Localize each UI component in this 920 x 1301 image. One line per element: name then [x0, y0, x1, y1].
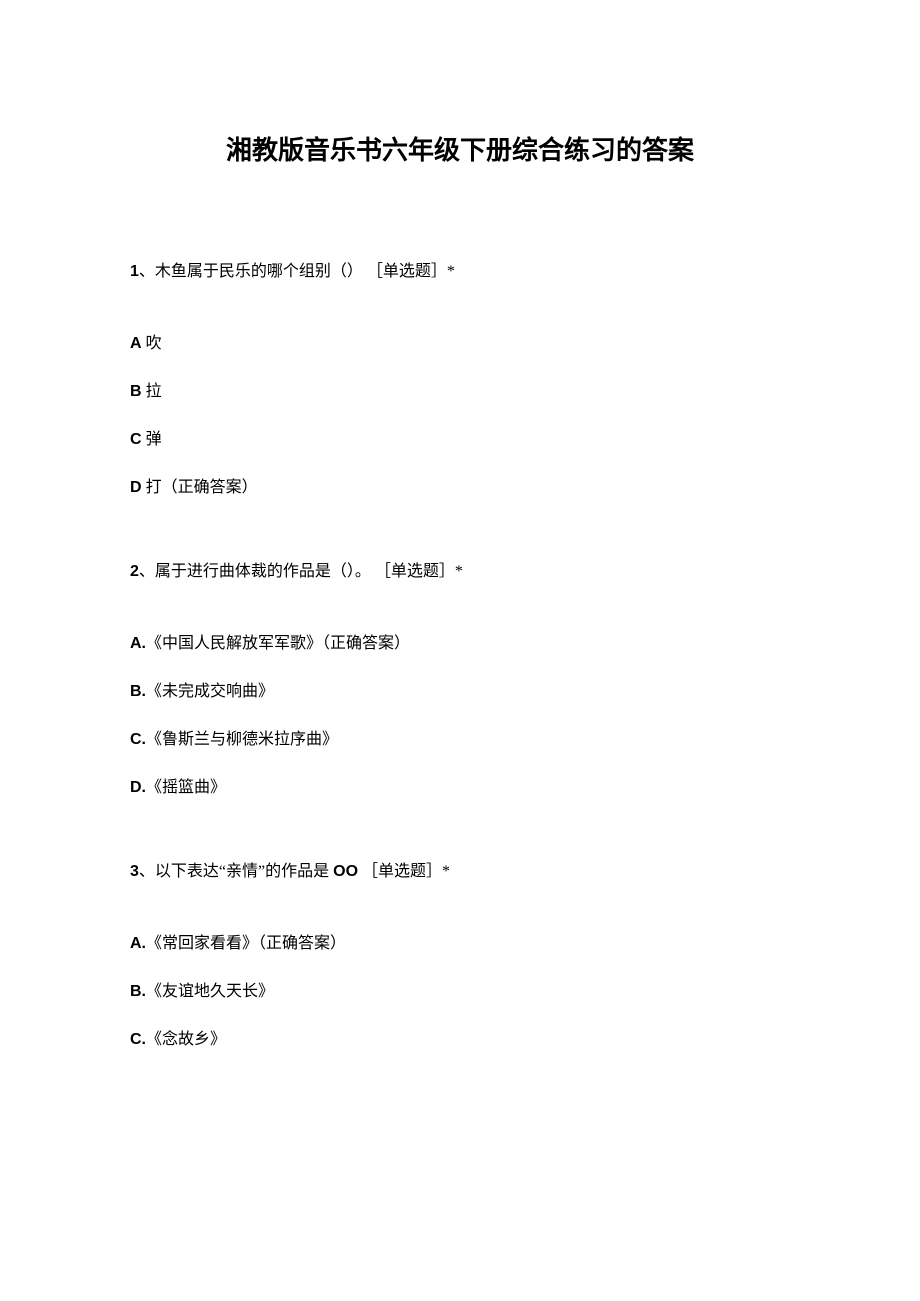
- option-text: 《念故乡》: [146, 1031, 226, 1048]
- option-letter: D.: [130, 779, 146, 796]
- option-text: 《未完成交响曲》: [146, 683, 274, 700]
- option-row: C.《念故乡》: [130, 1025, 790, 1049]
- option-letter: D: [130, 479, 142, 496]
- option-letter: A.: [130, 635, 146, 652]
- option-text: 《鲁斯兰与柳德米拉序曲》: [146, 731, 338, 748]
- question-number: 3: [130, 863, 139, 880]
- option-letter: C: [130, 431, 142, 448]
- option-row: B.《未完成交响曲》: [130, 677, 790, 701]
- question-number: 2: [130, 563, 139, 580]
- question-type-tag: ［单选题］*: [362, 863, 450, 880]
- option-text: 打（正确答案）: [142, 479, 258, 496]
- option-text: 《摇篮曲》: [146, 779, 226, 796]
- option-text: 《常回家看看》（正确答案）: [146, 935, 346, 952]
- option-row: A 吹: [130, 329, 790, 353]
- option-letter: C.: [130, 1031, 146, 1048]
- option-row: A.《常回家看看》（正确答案）: [130, 929, 790, 953]
- question-text: 、木鱼属于民乐的哪个组别（）: [139, 263, 363, 280]
- option-letter: B.: [130, 983, 146, 1000]
- option-text: 拉: [142, 383, 162, 400]
- option-text: 《友谊地久天长》: [146, 983, 274, 1000]
- option-row: A.《中国人民解放军军歌》（正确答案）: [130, 629, 790, 653]
- question-type-tag: ［单选题］*: [367, 263, 455, 280]
- option-text: 《中国人民解放军军歌》（正确答案）: [146, 635, 410, 652]
- question-type-tag: ［单选题］*: [375, 563, 463, 580]
- question-stem: 1、木鱼属于民乐的哪个组别（） ［单选题］*: [130, 257, 790, 281]
- document-page: 湘教版音乐书六年级下册综合练习的答案 1、木鱼属于民乐的哪个组别（） ［单选题］…: [0, 0, 920, 1169]
- question-block: 3、以下表达“亲情”的作品是 OO ［单选题］* A.《常回家看看》（正确答案）…: [130, 857, 790, 1049]
- option-row: B.《友谊地久天长》: [130, 977, 790, 1001]
- option-letter: A.: [130, 935, 146, 952]
- option-letter: A: [130, 335, 142, 352]
- page-title: 湘教版音乐书六年级下册综合练习的答案: [130, 130, 790, 167]
- oo-marker: OO: [333, 863, 358, 880]
- option-row: D 打（正确答案）: [130, 473, 790, 497]
- option-text: 吹: [142, 335, 162, 352]
- question-text: 、属于进行曲体裁的作品是（）。: [139, 563, 371, 580]
- question-number: 1: [130, 263, 139, 280]
- question-block: 2、属于进行曲体裁的作品是（）。 ［单选题］* A.《中国人民解放军军歌》（正确…: [130, 557, 790, 797]
- question-block: 1、木鱼属于民乐的哪个组别（） ［单选题］* A 吹 B 拉 C 弹 D 打（正…: [130, 257, 790, 497]
- option-letter: B.: [130, 683, 146, 700]
- question-stem: 3、以下表达“亲情”的作品是 OO ［单选题］*: [130, 857, 790, 881]
- option-row: B 拉: [130, 377, 790, 401]
- question-text-a: 、以下表达“亲情”的作品是: [139, 863, 333, 880]
- option-row: C.《鲁斯兰与柳德米拉序曲》: [130, 725, 790, 749]
- option-letter: B: [130, 383, 142, 400]
- option-row: D.《摇篮曲》: [130, 773, 790, 797]
- option-text: 弹: [142, 431, 162, 448]
- option-row: C 弹: [130, 425, 790, 449]
- question-stem: 2、属于进行曲体裁的作品是（）。 ［单选题］*: [130, 557, 790, 581]
- option-letter: C.: [130, 731, 146, 748]
